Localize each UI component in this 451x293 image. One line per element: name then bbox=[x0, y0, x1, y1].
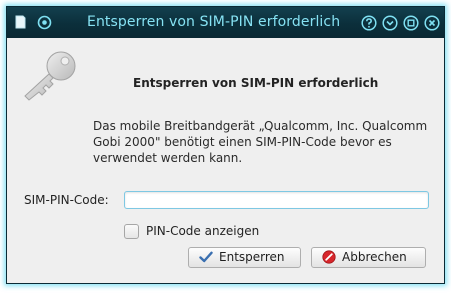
unlock-button[interactable]: Entsperren bbox=[188, 247, 301, 268]
question-icon[interactable] bbox=[361, 15, 377, 31]
show-pin-checkbox[interactable] bbox=[124, 224, 139, 239]
dialog-description: Das mobile Breitbandgerät „Qualcomm, Inc… bbox=[93, 119, 428, 165]
cancel-button[interactable]: Abbrechen bbox=[311, 247, 426, 268]
cancel-button-label: Abbrechen bbox=[342, 250, 407, 264]
pin-label: SIM-PIN-Code: bbox=[24, 193, 109, 207]
dialog-content: Entsperren von SIM-PIN erforderlich Das … bbox=[7, 38, 444, 283]
unlock-button-label: Entsperren bbox=[219, 250, 285, 264]
maximize-icon[interactable] bbox=[403, 15, 419, 31]
key-icon bbox=[19, 50, 81, 106]
close-icon[interactable] bbox=[424, 15, 440, 31]
checkmark-icon bbox=[199, 250, 213, 264]
dialog-heading: Entsperren von SIM-PIN erforderlich bbox=[133, 76, 379, 90]
sim-pin-input[interactable] bbox=[124, 191, 429, 209]
circle-menu-icon[interactable] bbox=[37, 15, 52, 30]
stop-icon bbox=[322, 250, 336, 264]
title-bar[interactable]: Entsperren von SIM-PIN erforderlich bbox=[7, 7, 444, 38]
show-pin-label[interactable]: PIN-Code anzeigen bbox=[146, 224, 259, 238]
window-title: Entsperren von SIM-PIN erforderlich bbox=[87, 14, 341, 30]
dialog-window: Entsperren von SIM-PIN erforderlich Ents… bbox=[6, 6, 445, 284]
chevron-down-icon[interactable] bbox=[382, 15, 398, 31]
document-icon[interactable] bbox=[13, 15, 28, 30]
